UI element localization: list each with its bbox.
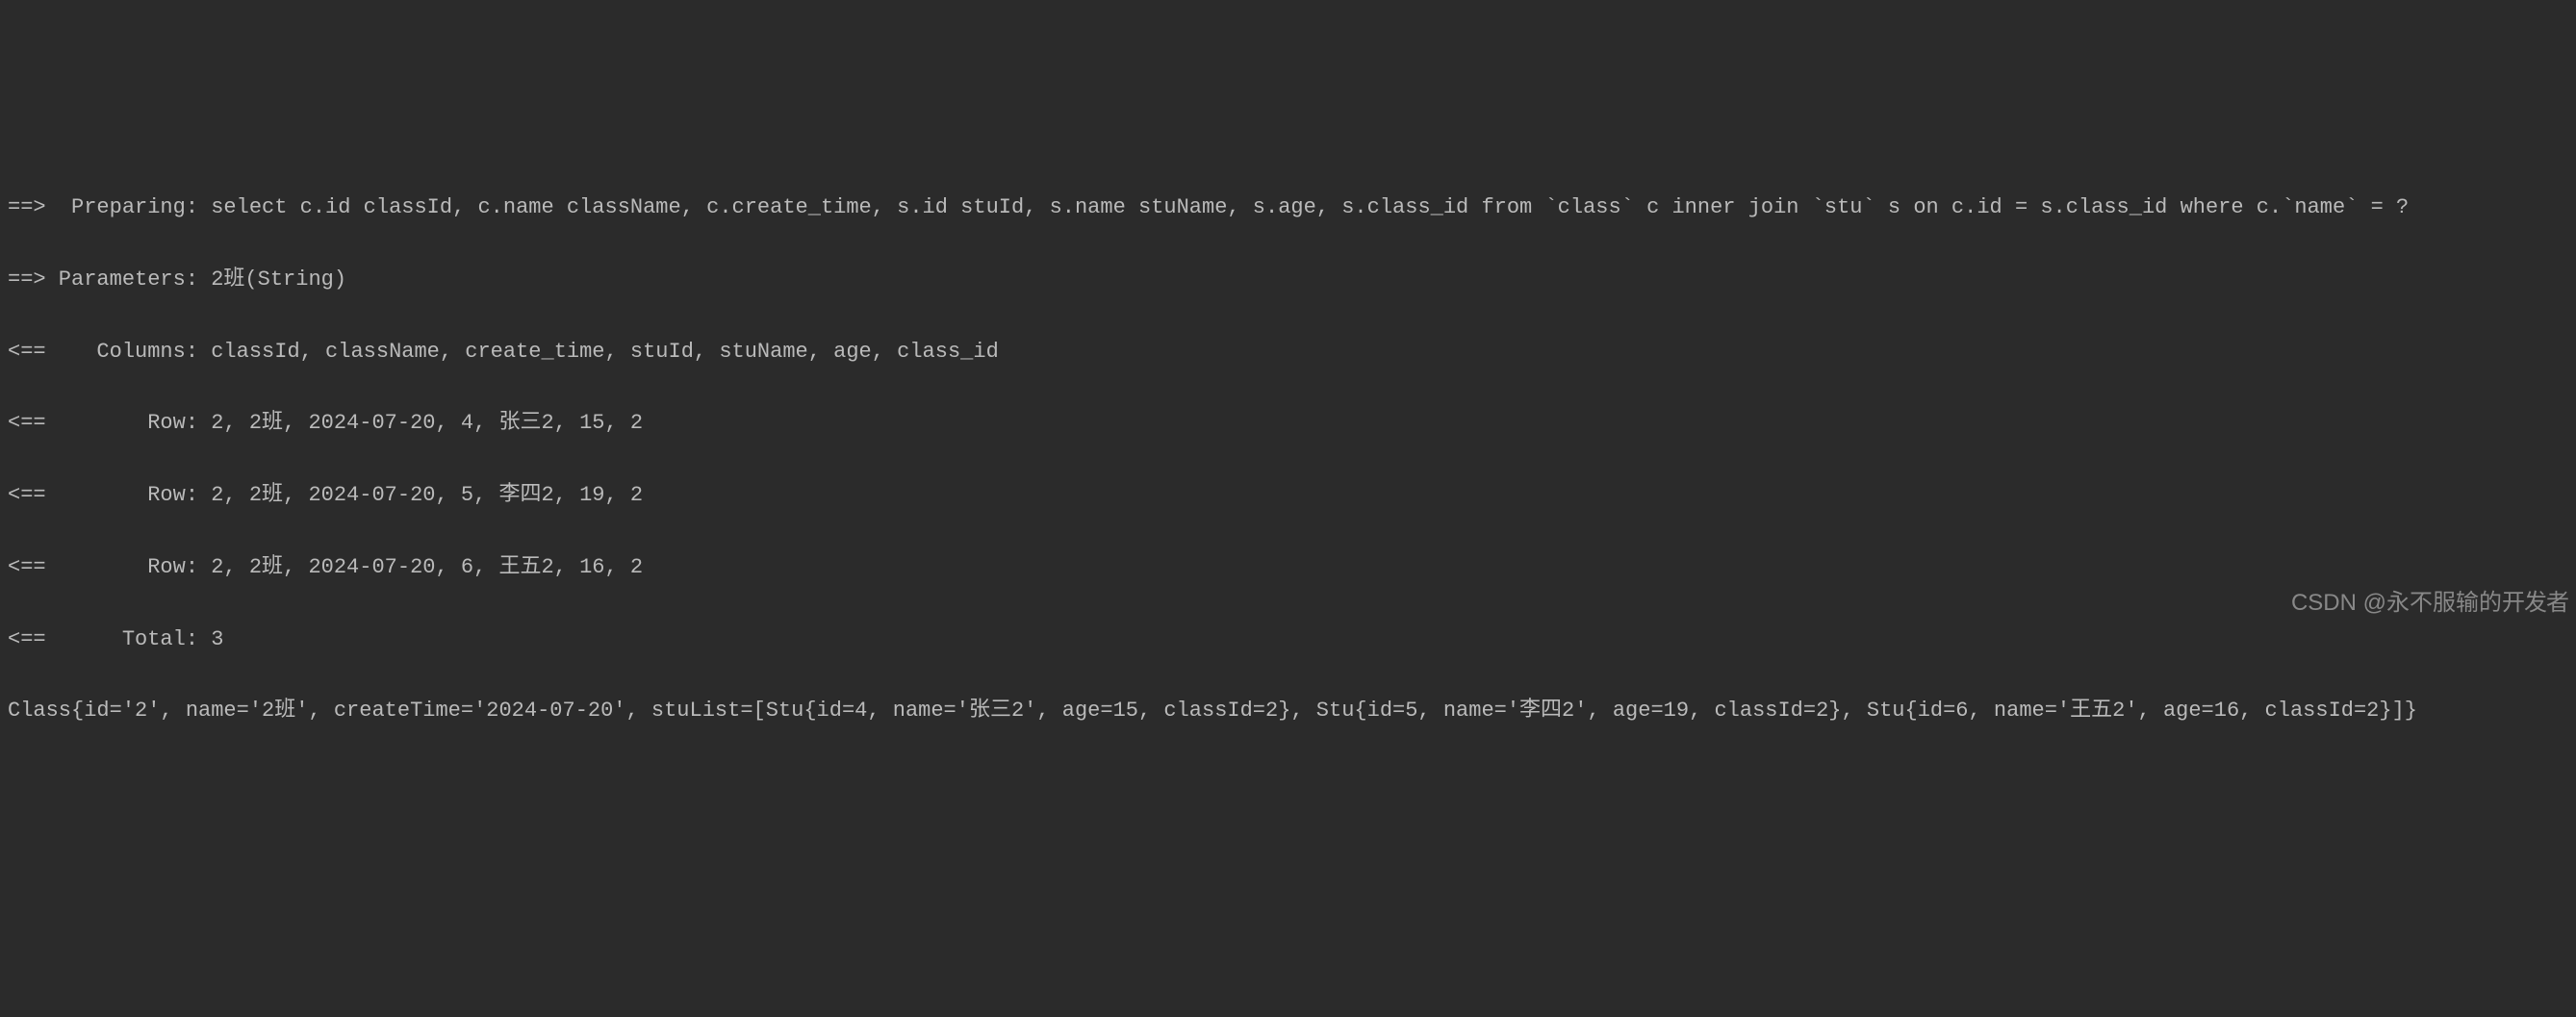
log-line-preparing: ==> Preparing: select c.id classId, c.na… (8, 190, 2568, 225)
console-output: ==> Preparing: select c.id classId, c.na… (8, 154, 2568, 766)
watermark: CSDN @永不服输的开发者 (2279, 545, 2568, 623)
log-line-parameters: ==> Parameters: 2班(String) (8, 262, 2568, 297)
log-line-result: Class{id='2', name='2班', createTime='202… (8, 693, 2568, 728)
log-line-row: <== Row: 2, 2班, 2024-07-20, 5, 李四2, 19, … (8, 477, 2568, 513)
watermark-text-prefix: CSDN @永不服输的 (2291, 590, 2502, 616)
log-line-total: <== Total: 3 (8, 622, 2568, 657)
log-line-columns: <== Columns: classId, className, create_… (8, 334, 2568, 369)
log-line-row: <== Row: 2, 2班, 2024-07-20, 6, 王五2, 16, … (8, 549, 2568, 585)
watermark-text-suffix: 开发者 (2502, 590, 2568, 616)
log-line-row: <== Row: 2, 2班, 2024-07-20, 4, 张三2, 15, … (8, 405, 2568, 441)
